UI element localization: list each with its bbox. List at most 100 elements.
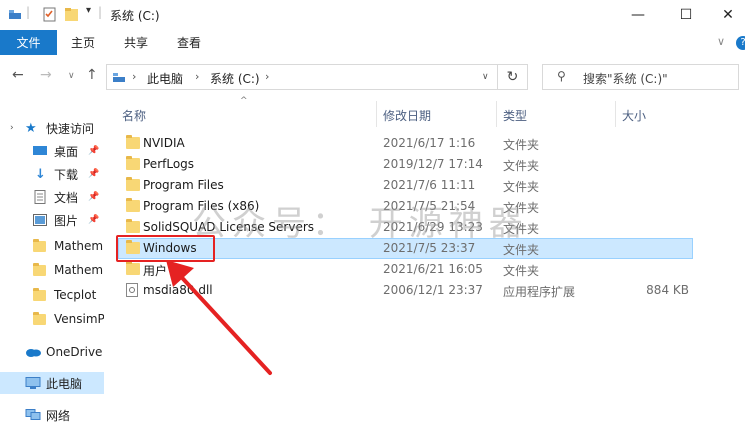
sidebar-item-label: 此电脑 (46, 376, 83, 391)
file-date: 2021/6/21 16:05 (383, 262, 483, 276)
tab-share[interactable]: 共享 (124, 30, 148, 55)
explorer-icon (9, 10, 21, 19)
title-bar: | ▾ | 系统 (C:) — ☐ ✕ (0, 0, 745, 30)
separator: | (26, 5, 31, 19)
folder-icon (33, 288, 46, 301)
folder-icon (33, 263, 46, 276)
customize-toolbar-icon[interactable]: ▾ (86, 5, 91, 16)
refresh-button[interactable]: ↻ (498, 64, 528, 90)
minimize-button[interactable]: — (615, 0, 661, 30)
close-button[interactable]: ✕ (705, 0, 745, 30)
file-date: 2021/6/17 1:16 (383, 136, 476, 150)
tab-view[interactable]: 查看 (177, 30, 201, 55)
tab-file[interactable]: 文件 (0, 30, 57, 55)
file-date: 2019/12/7 17:14 (383, 157, 483, 171)
back-arrow-icon[interactable]: ← (12, 67, 24, 83)
help-icon[interactable]: ? (736, 36, 745, 50)
sidebar-item-desktop[interactable]: 桌面 📌 (0, 140, 104, 162)
document-icon (34, 190, 46, 204)
file-type: 应用程序扩展 (503, 285, 576, 299)
folder-icon (126, 156, 140, 170)
pin-icon: 📌 (88, 192, 100, 202)
file-name: NVIDIA (143, 136, 185, 150)
navigation-pane: › ★ 快速访问 桌面 📌 ↓ 下载 📌 文档 📌 图片 📌 Mathem Ma… (0, 99, 104, 434)
folder-icon (33, 239, 46, 252)
sidebar-item-label: VensimP (54, 312, 104, 326)
folder-icon (126, 261, 140, 275)
ribbon-collapse-icon[interactable]: ∨ (717, 35, 725, 48)
table-row[interactable]: Program Files 2021/7/6 11:11 文件夹 (118, 175, 693, 196)
star-icon: ★ (25, 120, 37, 136)
sidebar-item-onedrive[interactable]: OneDrive (0, 341, 104, 363)
desktop-icon (33, 146, 47, 155)
sidebar-item-downloads[interactable]: ↓ 下载 📌 (0, 163, 104, 185)
file-type: 文件夹 (503, 180, 540, 194)
search-input[interactable]: ⚲ 搜索"系统 (C:)" (542, 64, 739, 90)
folder-icon (126, 135, 140, 149)
pin-icon: 📌 (88, 146, 100, 156)
separator: | (98, 5, 103, 19)
file-type: 文件夹 (503, 159, 540, 173)
maximize-button[interactable]: ☐ (663, 0, 709, 30)
folder-icon (126, 198, 140, 212)
column-header-name[interactable]: 名称 (122, 107, 146, 124)
file-date: 2006/12/1 23:37 (383, 283, 483, 297)
pin-icon: 📌 (88, 169, 100, 179)
sidebar-item-network[interactable]: 网络 (0, 404, 104, 426)
address-bar[interactable]: › 此电脑 › 系统 (C:) › ∨ (106, 64, 498, 90)
folder-icon (126, 177, 140, 191)
sidebar-item-folder[interactable]: VensimP (0, 308, 104, 330)
window-title: 系统 (C:) (110, 9, 160, 23)
column-header-size[interactable]: 大小 (622, 107, 646, 124)
new-folder-icon[interactable] (64, 7, 79, 22)
column-header-date[interactable]: 修改日期 (383, 107, 431, 124)
sidebar-item-label: 网络 (46, 408, 71, 423)
file-type: 文件夹 (503, 138, 540, 152)
sidebar-item-label: 图片 (54, 213, 79, 228)
tab-home[interactable]: 主页 (71, 30, 95, 55)
chevron-down-icon[interactable]: › (10, 123, 14, 133)
network-icon (25, 409, 41, 420)
dll-file-icon (126, 283, 138, 297)
column-header-type[interactable]: 类型 (503, 107, 527, 124)
sidebar-item-label: Tecplot (54, 288, 97, 302)
sidebar-item-label: 快速访问 (46, 121, 95, 136)
column-divider[interactable] (615, 101, 616, 127)
up-arrow-icon[interactable]: ↑ (86, 67, 98, 83)
column-divider[interactable] (496, 101, 497, 127)
sidebar-item-this-pc[interactable]: 此电脑 (0, 372, 104, 394)
sidebar-item-folder[interactable]: Mathem (0, 235, 104, 257)
file-name: PerfLogs (143, 157, 195, 171)
ribbon-tabs: 文件 主页 共享 查看 ∨ ? (0, 30, 745, 55)
file-date: 2021/7/6 11:11 (383, 178, 476, 192)
this-pc-icon (113, 73, 125, 82)
breadcrumb-separator-icon[interactable]: › (265, 70, 269, 83)
breadcrumb-separator-icon[interactable]: › (132, 70, 136, 83)
address-dropdown-icon[interactable]: ∨ (482, 72, 489, 82)
breadcrumb-drive-c[interactable]: 系统 (C:) (210, 70, 260, 87)
sidebar-item-label: OneDrive (46, 345, 103, 359)
folder-icon (126, 219, 140, 233)
table-row[interactable]: NVIDIA 2021/6/17 1:16 文件夹 (118, 133, 693, 154)
search-placeholder: 搜索"系统 (C:)" (583, 72, 668, 86)
sidebar-item-documents[interactable]: 文档 📌 (0, 186, 104, 208)
column-divider[interactable] (376, 101, 377, 127)
sidebar-item-label: 文档 (54, 190, 79, 205)
breadcrumb-this-pc[interactable]: 此电脑 (147, 70, 183, 87)
navigation-bar: ← → ∨ ↑ › 此电脑 › 系统 (C:) › ∨ ↻ ⚲ 搜索"系统 (C… (0, 55, 745, 99)
sidebar-item-folder[interactable]: Tecplot (0, 284, 104, 306)
sidebar-item-quick-access[interactable]: › ★ 快速访问 (0, 117, 104, 139)
sidebar-item-label: 桌面 (54, 144, 79, 159)
search-icon: ⚲ (557, 69, 566, 83)
recent-locations-icon[interactable]: ∨ (68, 71, 75, 81)
forward-arrow-icon[interactable]: → (40, 67, 52, 83)
sidebar-item-label: 下载 (54, 167, 79, 182)
file-size: 884 KB (646, 283, 689, 297)
sidebar-item-pictures[interactable]: 图片 📌 (0, 209, 104, 231)
table-row[interactable]: PerfLogs 2019/12/7 17:14 文件夹 (118, 154, 693, 175)
sidebar-item-folder[interactable]: Mathem (0, 259, 104, 281)
sidebar-item-label: Mathem (54, 239, 104, 253)
breadcrumb-separator-icon[interactable]: › (195, 70, 199, 83)
file-type: 文件夹 (503, 264, 540, 278)
properties-icon[interactable] (43, 7, 57, 22)
